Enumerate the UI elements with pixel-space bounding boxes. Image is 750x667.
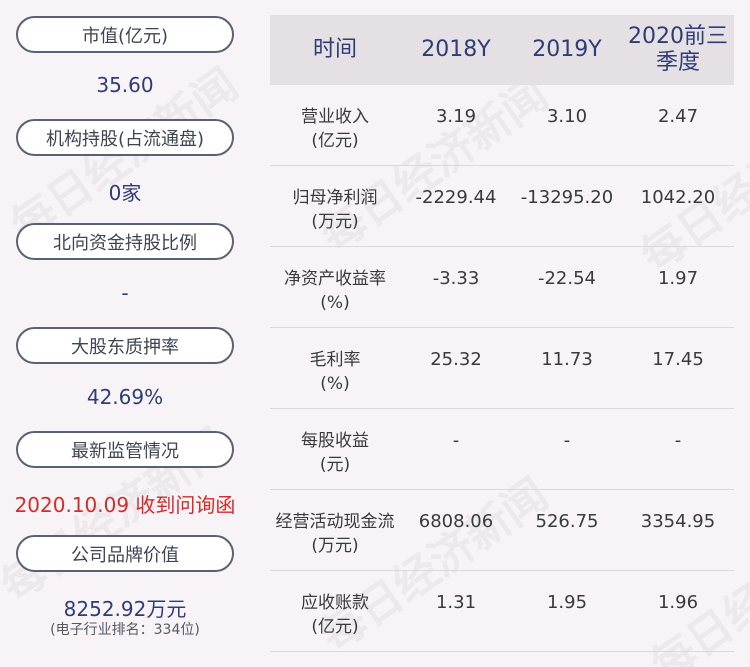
table-cell: -22.54 bbox=[537, 268, 597, 289]
row-label: 每股收益 (元) bbox=[301, 431, 369, 475]
row-label: 应收账款 (亿元) bbox=[301, 593, 369, 637]
table-row: 净资产收益率 (%) -3.33 -22.54 1.97 bbox=[270, 247, 734, 328]
table-cell: 3.10 bbox=[546, 106, 588, 127]
row-label: 经营活动现金流 (万元) bbox=[275, 512, 395, 556]
table-cell: - bbox=[452, 430, 460, 451]
header-2020q3: 2020前三季度 bbox=[628, 24, 728, 75]
regulation-status-value: 2020.10.09 收到问询函 bbox=[14, 493, 236, 517]
brand-value-label: 公司品牌价值 bbox=[16, 535, 234, 572]
header-period: 时间 bbox=[312, 37, 357, 62]
table-header: 时间 2018Y 2019Y 2020前三季度 bbox=[270, 15, 734, 85]
header-2019: 2019Y bbox=[532, 37, 602, 62]
regulation-status-label: 最新监管情况 bbox=[16, 431, 234, 468]
table-cell: 3.19 bbox=[435, 106, 477, 127]
table-cell: - bbox=[563, 430, 571, 451]
table-cell: -3.33 bbox=[432, 268, 480, 289]
row-label: 毛利率 (%) bbox=[309, 350, 361, 394]
table-cell: -13295.20 bbox=[520, 187, 614, 208]
institutional-holding-label: 机构持股(占流通盘) bbox=[16, 119, 234, 156]
table-cell: 1.31 bbox=[435, 592, 477, 613]
market-cap-label: 市值(亿元) bbox=[16, 16, 234, 53]
table-row: 每股收益 (元) - - - bbox=[270, 409, 734, 490]
table-row: 归母净利润 (万元) -2229.44 -13295.20 1042.20 bbox=[270, 166, 734, 247]
table-cell: 1.97 bbox=[657, 268, 699, 289]
table-cell: 1.96 bbox=[657, 592, 699, 613]
financial-table: 时间 2018Y 2019Y 2020前三季度 营业收入 (亿元) 3.19 3.… bbox=[270, 15, 734, 652]
table-cell: 2.47 bbox=[657, 106, 699, 127]
institutional-holding-value: 0家 bbox=[108, 181, 142, 205]
table-cell: - bbox=[674, 430, 682, 451]
brand-value-value: 8252.92万元 bbox=[63, 597, 187, 621]
row-label: 净资产收益率 (%) bbox=[284, 269, 386, 313]
table-cell: 3354.95 bbox=[640, 511, 716, 532]
market-cap-value: 35.60 bbox=[96, 73, 154, 97]
table-cell: 526.75 bbox=[535, 511, 599, 532]
table-row: 营业收入 (亿元) 3.19 3.10 2.47 bbox=[270, 85, 734, 166]
table-row: 经营活动现金流 (万元) 6808.06 526.75 3354.95 bbox=[270, 490, 734, 571]
row-label: 营业收入 (亿元) bbox=[301, 107, 369, 151]
brand-rank-note: (电子行业排名：334位) bbox=[50, 622, 200, 638]
table-cell: -2229.44 bbox=[415, 187, 497, 208]
header-2018: 2018Y bbox=[421, 37, 491, 62]
table-cell: 1.95 bbox=[546, 592, 588, 613]
table-cell: 17.45 bbox=[652, 349, 704, 370]
row-label: 归母净利润 (万元) bbox=[292, 188, 378, 232]
company-metrics-panel: 市值(亿元) 35.60 机构持股(占流通盘) 0家 北向资金持股比例 - 大股… bbox=[0, 0, 250, 667]
table-cell: 11.73 bbox=[541, 349, 593, 370]
table-row: 应收账款 (亿元) 1.31 1.95 1.96 bbox=[270, 571, 734, 652]
pledge-rate-value: 42.69% bbox=[86, 385, 164, 409]
table-row: 毛利率 (%) 25.32 11.73 17.45 bbox=[270, 328, 734, 409]
northbound-ratio-value: - bbox=[121, 281, 129, 305]
northbound-ratio-label: 北向资金持股比例 bbox=[16, 223, 234, 260]
pledge-rate-label: 大股东质押率 bbox=[16, 327, 234, 364]
table-cell: 1042.20 bbox=[640, 187, 716, 208]
table-cell: 25.32 bbox=[430, 349, 482, 370]
table-cell: 6808.06 bbox=[418, 511, 494, 532]
